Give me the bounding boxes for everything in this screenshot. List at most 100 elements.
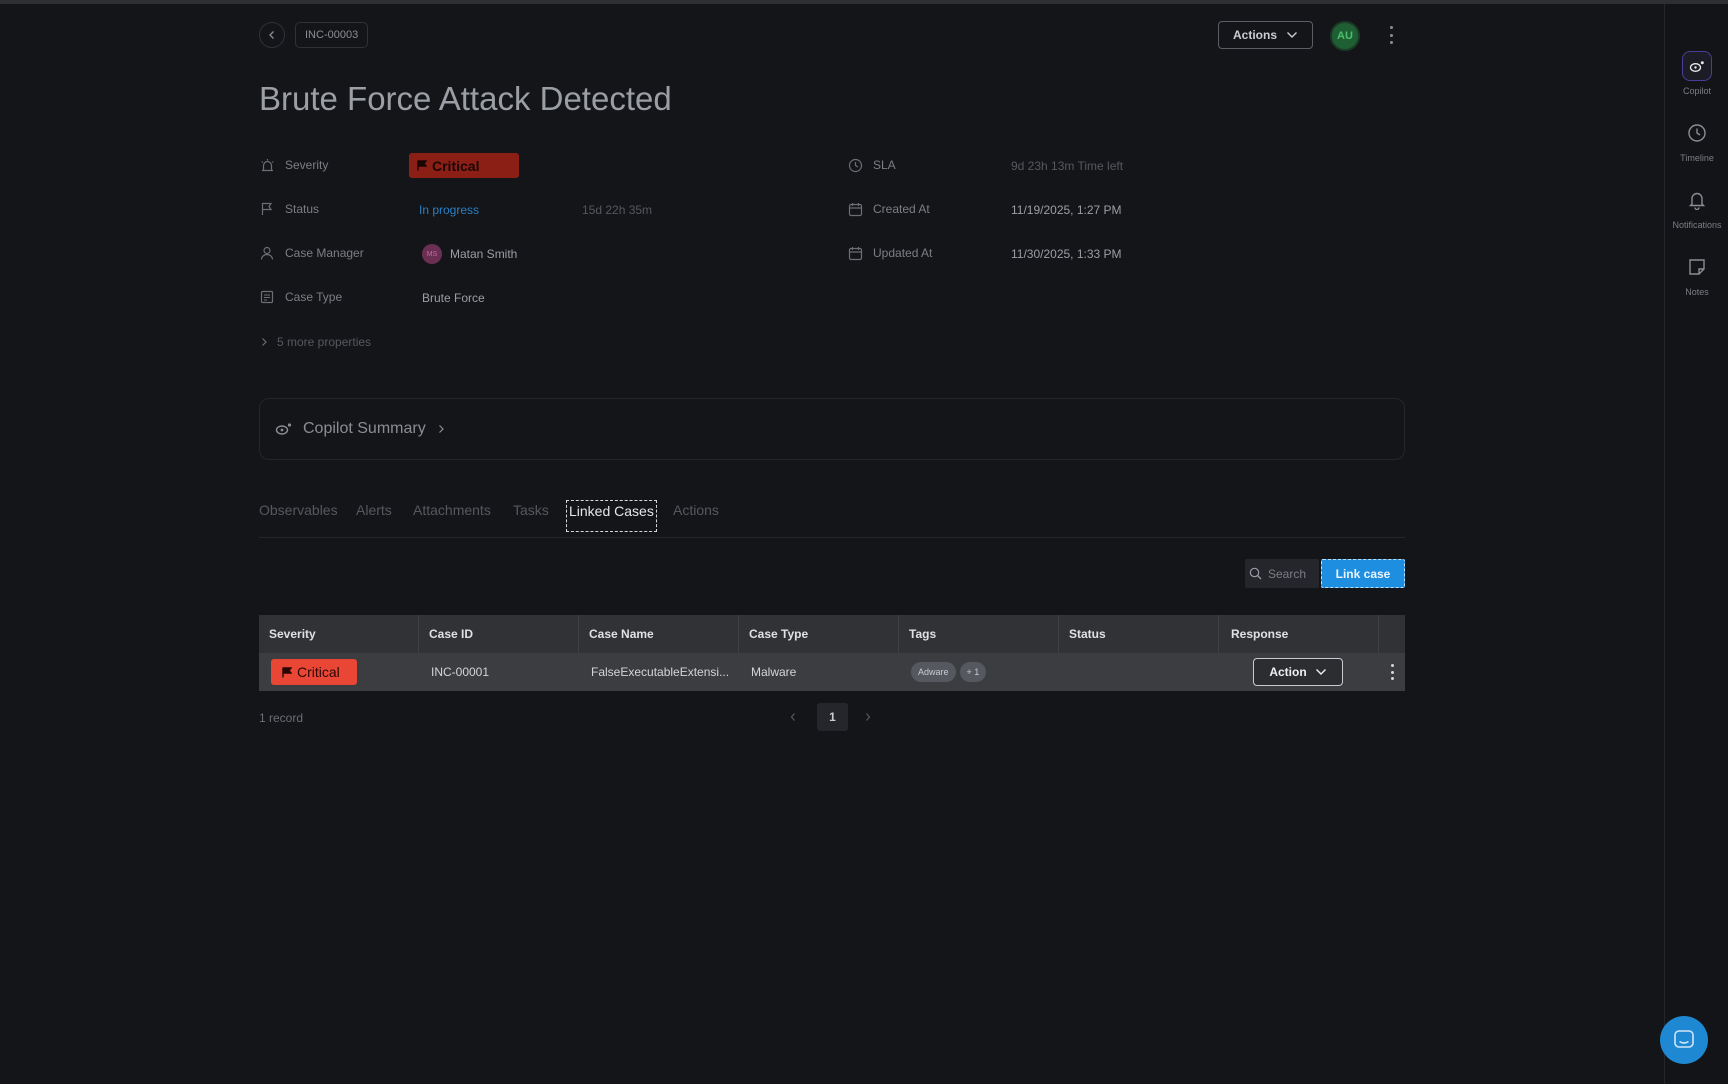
dot-icon (1390, 664, 1394, 667)
table-row[interactable]: Critical INC-00001 FalseExecutableExtens… (259, 653, 1405, 691)
rail-label-notifications: Notifications (1672, 220, 1722, 230)
row-severity-cell: Critical (271, 653, 357, 691)
case-type-property: Case Type (259, 289, 342, 305)
clock-icon (847, 157, 863, 173)
actions-dropdown-button[interactable]: Actions (1218, 21, 1313, 49)
user-icon (259, 245, 275, 261)
tab-alerts[interactable]: Alerts (356, 502, 392, 518)
column-header-case-id[interactable]: Case ID (419, 615, 579, 653)
manager-avatar: MS (422, 244, 442, 264)
chevron-down-icon (1315, 669, 1326, 675)
status-property: Status (259, 201, 319, 217)
column-header-tags[interactable]: Tags (899, 615, 1059, 653)
column-header-case-name[interactable]: Case Name (579, 615, 739, 653)
clock-icon (1682, 118, 1712, 148)
tab-observables[interactable]: Observables (259, 502, 338, 518)
column-header-response[interactable]: Response (1219, 615, 1379, 653)
case-manager-label: Case Manager (285, 246, 364, 260)
table-header: Severity Case ID Case Name Case Type Tag… (259, 615, 1405, 653)
flag-icon (417, 160, 427, 171)
column-header-case-type[interactable]: Case Type (739, 615, 899, 653)
record-count: 1 record (259, 711, 304, 725)
dot-icon (1389, 41, 1393, 44)
row-action-dropdown[interactable]: Action (1253, 658, 1343, 686)
case-manager-value[interactable]: Matan Smith (450, 247, 517, 261)
severity-value: Critical (432, 157, 480, 174)
row-more-options-button[interactable] (1385, 662, 1399, 682)
rail-item-notifications[interactable]: Notifications (1665, 185, 1728, 230)
more-properties-toggle[interactable]: 5 more properties (259, 335, 371, 349)
more-options-button[interactable] (1384, 24, 1398, 46)
support-chat-button[interactable] (1660, 1016, 1708, 1064)
dot-icon (1389, 33, 1393, 37)
updated-at-property: Updated At (847, 245, 932, 261)
search-icon (1249, 567, 1262, 580)
dot-icon (1389, 26, 1393, 29)
updated-at-value: 11/30/2025, 1:33 PM (1011, 247, 1122, 261)
row-tags: Adware + 1 (911, 653, 990, 691)
row-case-id[interactable]: INC-00001 (431, 653, 489, 691)
more-properties-label: 5 more properties (277, 335, 372, 349)
case-type-label: Case Type (285, 290, 343, 304)
search-placeholder: Search (1268, 566, 1307, 581)
updated-at-label: Updated At (873, 246, 933, 260)
column-header-status[interactable]: Status (1059, 615, 1219, 653)
window-top-border (0, 0, 1728, 4)
bell-icon (1682, 185, 1712, 215)
row-menu-cell (1385, 653, 1399, 691)
chat-icon (1674, 1030, 1694, 1048)
status-label: Status (285, 202, 320, 216)
tab-linked-cases[interactable]: Linked Cases (566, 500, 657, 532)
row-response-cell: Action (1253, 653, 1343, 691)
rail-item-copilot[interactable]: Copilot (1665, 51, 1728, 96)
dot-icon (1390, 677, 1394, 680)
copilot-icon (275, 423, 292, 435)
row-action-label: Action (1269, 665, 1307, 679)
chevron-down-icon (1287, 32, 1297, 38)
sla-property: SLA (847, 157, 896, 173)
page-title: Brute Force Attack Detected (259, 80, 672, 117)
tag-chip[interactable]: Adware (911, 662, 956, 682)
siren-icon (259, 157, 275, 173)
created-at-property: Created At (847, 201, 930, 217)
copilot-icon (1682, 51, 1712, 81)
calendar-icon (847, 201, 863, 217)
critical-badge: Critical (271, 659, 357, 685)
back-button[interactable] (259, 22, 285, 48)
document-icon (259, 289, 275, 305)
row-case-name[interactable]: FalseExecutableExtensi... (591, 653, 729, 691)
row-severity-value: Critical (297, 664, 340, 680)
pager-prev-button[interactable] (783, 703, 803, 731)
tab-actions[interactable]: Actions (673, 502, 719, 518)
severity-badge[interactable]: Critical (409, 153, 519, 178)
tab-tasks[interactable]: Tasks (513, 502, 549, 518)
status-duration: 15d 22h 35m (582, 203, 653, 217)
chevron-right-icon (866, 713, 871, 721)
severity-label: Severity (285, 158, 329, 172)
note-icon (1682, 252, 1712, 282)
flag-outline-icon (259, 201, 275, 217)
rail-item-notes[interactable]: Notes (1665, 252, 1728, 297)
pager-page-1[interactable]: 1 (817, 703, 848, 731)
search-input[interactable]: Search (1245, 559, 1319, 588)
case-manager-property: Case Manager (259, 245, 364, 261)
link-case-button[interactable]: Link case (1321, 559, 1405, 588)
chevron-left-icon (790, 713, 795, 721)
tag-more-chip[interactable]: + 1 (959, 662, 987, 682)
rail-label-notes: Notes (1685, 287, 1709, 297)
case-tabs: Observables Alerts Attachments Tasks Lin… (259, 500, 1405, 538)
tab-attachments[interactable]: Attachments (413, 502, 491, 518)
user-avatar[interactable]: AU (1330, 21, 1360, 51)
copilot-summary-card[interactable]: Copilot Summary (259, 398, 1405, 460)
flag-icon (282, 666, 292, 677)
chevron-left-icon (269, 31, 274, 39)
row-case-type: Malware (751, 665, 797, 679)
status-value-link[interactable]: In progress (419, 203, 479, 217)
chevron-right-icon (262, 338, 267, 346)
case-id-chip: INC-00003 (295, 22, 369, 48)
rail-item-timeline[interactable]: Timeline (1665, 118, 1728, 163)
copilot-summary-title: Copilot Summary (303, 420, 426, 437)
column-header-severity[interactable]: Severity (259, 615, 419, 653)
dot-icon (1390, 670, 1394, 674)
pager-next-button[interactable] (858, 703, 878, 731)
